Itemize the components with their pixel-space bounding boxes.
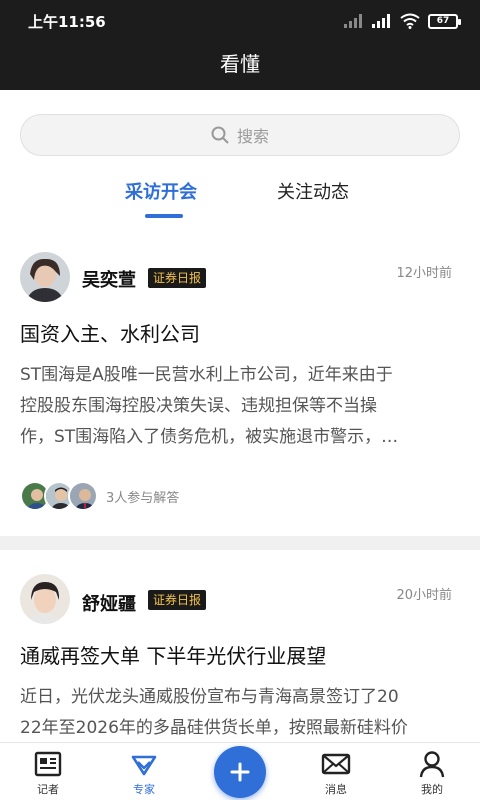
diamond-icon <box>131 755 157 776</box>
feed-card[interactable]: 舒娅疆 证券日报 20小时前 通威再签大单 下半年光伏行业展望 近日，光伏龙头通… <box>0 550 480 750</box>
nav-item-profile[interactable]: 我的 <box>402 749 462 797</box>
card-divider <box>0 536 480 550</box>
excerpt-line: 控股股东围海控股决策失误、违规担保等不当操 <box>20 396 377 416</box>
excerpt-line: 22年至2026年的多晶硅供货长单，按照最新硅料价 <box>20 718 408 738</box>
search-input[interactable]: 搜索 <box>20 114 460 156</box>
status-icons: 67 <box>344 10 461 32</box>
wifi-icon <box>400 13 420 29</box>
tab-bar: 采访开会 关注动态 <box>0 174 480 224</box>
post-time: 12小时前 <box>396 266 452 281</box>
feed-card[interactable]: 吴奕萱 证券日报 12小时前 国资入主、水利公司 ST围海是A股唯一民营水利上市… <box>0 240 480 536</box>
media-badge: 证券日报 <box>148 268 207 288</box>
status-time: 上午11:56 <box>28 13 106 31</box>
author-name[interactable]: 吴奕萱 <box>82 266 136 292</box>
mail-icon <box>321 753 351 775</box>
tab-interviews[interactable]: 采访开会 <box>125 178 197 204</box>
nav-item-reporters[interactable]: 记者 <box>18 749 78 797</box>
signal-weak-icon <box>344 14 362 28</box>
app-header: 看懂 <box>0 40 480 90</box>
post-headline[interactable]: 国资入主、水利公司 <box>20 318 200 347</box>
excerpt-line: 作，ST围海陷入了债务危机，被实施退市警示，… <box>20 427 399 447</box>
author-avatar[interactable] <box>20 252 70 302</box>
post-headline[interactable]: 通威再签大单 下半年光伏行业展望 <box>20 640 326 669</box>
person-icon <box>419 751 445 778</box>
battery-icon: 67 <box>428 13 461 29</box>
author-avatar[interactable] <box>20 574 70 624</box>
media-badge: 证券日报 <box>148 590 207 610</box>
post-excerpt[interactable]: 近日，光伏龙头通威股份宣布与青海高景签订了20 22年至2026年的多晶硅供货长… <box>20 682 462 744</box>
post-excerpt[interactable]: ST围海是A股唯一民营水利上市公司，近年来由于 控股股东围海控股决策失误、违规担… <box>20 360 462 453</box>
status-bar: 上午11:56 67 <box>0 0 480 40</box>
page-title: 看懂 <box>220 52 260 76</box>
nav-item-experts[interactable]: 专家 <box>114 749 174 797</box>
battery-level: 67 <box>436 16 450 26</box>
signal-icon <box>372 14 390 28</box>
nav-label: 我的 <box>421 783 443 796</box>
nav-label: 消息 <box>325 783 347 796</box>
search-icon <box>211 126 229 144</box>
plus-icon <box>230 762 250 782</box>
participants-row[interactable]: 3人参与解答 <box>20 481 179 511</box>
search-placeholder: 搜索 <box>236 127 269 146</box>
post-time: 20小时前 <box>396 588 452 603</box>
nav-item-messages[interactable]: 消息 <box>306 749 366 797</box>
excerpt-line: ST围海是A股唯一民营水利上市公司，近年来由于 <box>20 365 393 385</box>
nav-label: 专家 <box>133 783 155 796</box>
add-button[interactable] <box>214 746 266 798</box>
tab-following[interactable]: 关注动态 <box>277 178 349 204</box>
participants-count: 3人参与解答 <box>106 490 180 506</box>
author-name[interactable]: 舒娅疆 <box>82 590 136 616</box>
nav-label: 记者 <box>37 783 59 796</box>
excerpt-line: 近日，光伏龙头通威股份宣布与青海高景签订了20 <box>20 687 399 707</box>
newspaper-icon <box>34 751 62 777</box>
tab-active-indicator <box>145 214 183 218</box>
participant-avatar <box>68 481 98 511</box>
